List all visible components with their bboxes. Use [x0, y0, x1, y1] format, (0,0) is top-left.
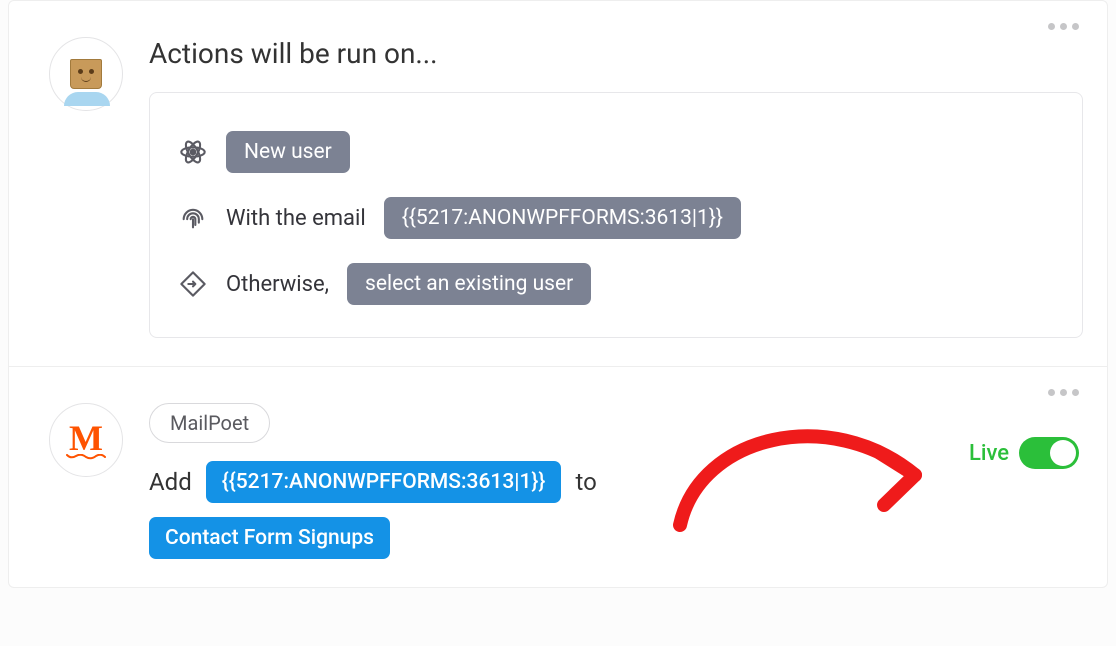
user-token-chip[interactable]: {{5217:ANONWPFFORMS:3613|1}}: [206, 461, 562, 503]
mailpoet-avatar: M: [49, 403, 123, 477]
action-sentence: Add {{5217:ANONWPFFORMS:3613|1}} to: [149, 461, 1083, 503]
list-name-chip[interactable]: Contact Form Signups: [149, 517, 390, 559]
email-token-chip[interactable]: {{5217:ANONWPFFORMS:3613|1}}: [384, 197, 741, 239]
rule-otherwise: Otherwise, select an existing user: [178, 263, 1054, 305]
actions-heading: Actions will be run on...: [149, 37, 1083, 70]
integration-more-menu-button[interactable]: [1048, 389, 1079, 396]
rule-with-email: With the email {{5217:ANONWPFFORMS:3613|…: [178, 197, 1054, 239]
integration-tag[interactable]: MailPoet: [149, 403, 270, 443]
integration-content: MailPoet Add {{5217:ANONWPFFORMS:3613|1}…: [149, 403, 1083, 559]
actions-section: Actions will be run on... New user: [9, 1, 1107, 366]
mailpoet-underline-icon: [66, 454, 106, 460]
otherwise-text: Otherwise,: [226, 272, 329, 297]
add-text: Add: [149, 468, 192, 496]
integration-avatar-column: M: [49, 403, 149, 559]
live-toggle[interactable]: [1019, 437, 1079, 469]
live-label: Live: [969, 441, 1009, 466]
rules-box: New user With the email {{5217:ANONWPFFO…: [149, 92, 1083, 338]
integration-section: M MailPoet Add {{5217:ANONWPFFORMS:3613|…: [9, 366, 1107, 587]
atom-icon: [178, 137, 208, 167]
with-email-text: With the email: [226, 206, 366, 231]
more-menu-button[interactable]: [1048, 23, 1079, 30]
mailpoet-letter: M: [69, 420, 103, 456]
fingerprint-icon: [178, 203, 208, 233]
select-existing-user-chip[interactable]: select an existing user: [347, 263, 591, 305]
live-status: Live: [969, 437, 1079, 469]
new-user-chip[interactable]: New user: [226, 131, 350, 173]
actions-content: Actions will be run on... New user: [149, 37, 1083, 338]
directions-icon: [178, 269, 208, 299]
anonymous-user-avatar: [49, 37, 123, 111]
rule-new-user: New user: [178, 131, 1054, 173]
avatar-column: [49, 37, 149, 338]
automation-card: Actions will be run on... New user: [8, 0, 1108, 588]
to-text: to: [575, 468, 596, 496]
action-sentence-line2: Contact Form Signups: [149, 517, 1083, 559]
